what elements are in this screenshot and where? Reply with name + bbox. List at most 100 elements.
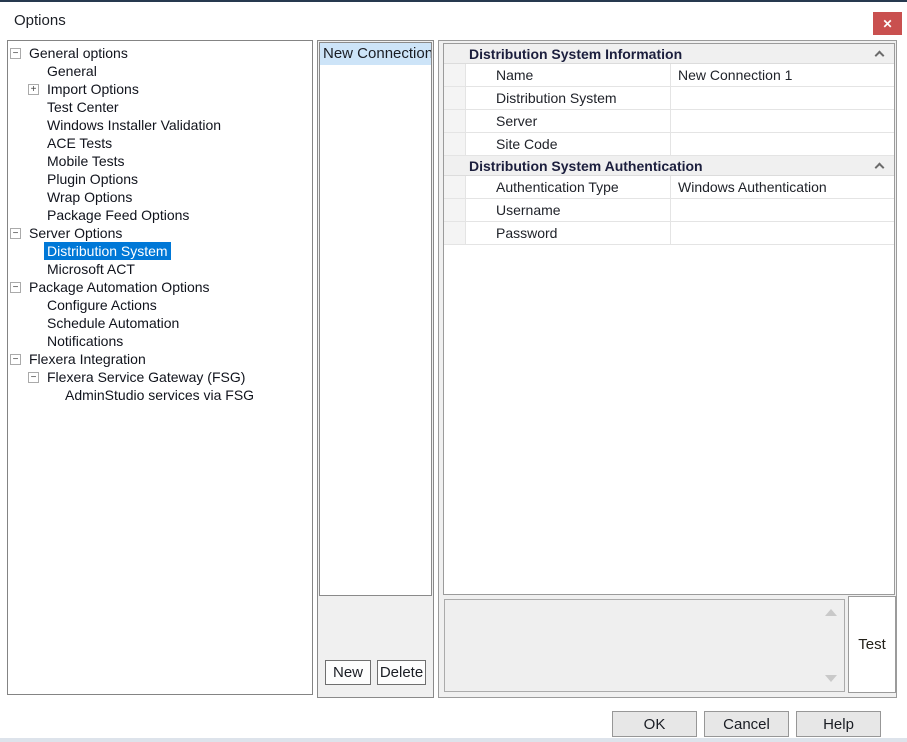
help-button[interactable]: Help xyxy=(796,711,881,737)
property-row-distribution-system: Distribution System xyxy=(444,87,894,110)
tree-item-notifications[interactable]: Notifications xyxy=(8,332,312,350)
tree-item-label: Server Options xyxy=(26,224,125,242)
tree-item-microsoft-act[interactable]: Microsoft ACT xyxy=(8,260,312,278)
row-gutter xyxy=(444,133,466,155)
tree-item-label: Configure Actions xyxy=(44,296,160,314)
tree-item-general-options[interactable]: −General options xyxy=(8,44,312,62)
property-value-site-code[interactable] xyxy=(671,133,894,155)
section-header-distribution-system-information[interactable]: Distribution System Information xyxy=(444,44,894,64)
property-row-site-code: Site Code xyxy=(444,133,894,156)
row-gutter xyxy=(444,222,466,244)
property-value-name[interactable]: New Connection 1 xyxy=(671,64,894,86)
property-label: Authentication Type xyxy=(466,176,671,198)
tree-item-test-center[interactable]: Test Center xyxy=(8,98,312,116)
tree-item-ace-tests[interactable]: ACE Tests xyxy=(8,134,312,152)
tree-item-label: Package Automation Options xyxy=(26,278,213,296)
tree-item-label: Flexera Integration xyxy=(26,350,149,368)
row-gutter xyxy=(444,110,466,132)
collapse-icon[interactable]: − xyxy=(10,282,21,293)
window-title: Options xyxy=(14,12,66,29)
tree-item-label: Schedule Automation xyxy=(44,314,182,332)
tree-item-import-options[interactable]: + Import Options xyxy=(8,80,312,98)
options-dialog: Options ✕ −General optionsGeneral+Import… xyxy=(0,0,907,742)
collapse-icon[interactable]: − xyxy=(10,354,21,365)
tree-item-server-options[interactable]: −Server Options xyxy=(8,224,312,242)
tree-item-label: Test Center xyxy=(44,98,122,116)
tree-item-label: Import Options xyxy=(44,80,142,98)
tree-item-label: General options xyxy=(26,44,131,62)
property-row-server: Server xyxy=(444,110,894,133)
property-value-distribution-system[interactable] xyxy=(671,87,894,109)
row-gutter xyxy=(444,64,466,86)
tree-item-adminstudio-services-via-fsg[interactable]: AdminStudio services via FSG xyxy=(8,386,312,404)
section-title: Distribution System Information xyxy=(469,46,682,62)
tree-item-plugin-options[interactable]: Plugin Options xyxy=(8,170,312,188)
tree-item-windows-installer-validation[interactable]: Windows Installer Validation xyxy=(8,116,312,134)
tree-item-label: Plugin Options xyxy=(44,170,141,188)
tree-item-label: AdminStudio services via FSG xyxy=(62,386,257,404)
property-row-password: Password xyxy=(444,222,894,245)
chevron-up-icon[interactable] xyxy=(875,51,885,61)
tree-item-flexera-integration[interactable]: −Flexera Integration xyxy=(8,350,312,368)
property-label: Password xyxy=(466,222,671,244)
tree-item-configure-actions[interactable]: Configure Actions xyxy=(8,296,312,314)
close-icon: ✕ xyxy=(882,17,892,31)
property-row-username: Username xyxy=(444,199,894,222)
tree-item-label: Package Feed Options xyxy=(44,206,192,224)
tree-item-package-feed-options[interactable]: Package Feed Options xyxy=(8,206,312,224)
cancel-button[interactable]: Cancel xyxy=(704,711,789,737)
scroll-up-icon[interactable] xyxy=(825,609,837,616)
tree-item-mobile-tests[interactable]: Mobile Tests xyxy=(8,152,312,170)
tree-item-distribution-system[interactable]: Distribution System xyxy=(8,242,312,260)
test-button[interactable]: Test xyxy=(848,596,896,693)
tree-item-label: Distribution System xyxy=(44,242,171,260)
tree-item-label: General xyxy=(44,62,100,80)
section-title: Distribution System Authentication xyxy=(469,158,703,174)
options-tree: −General optionsGeneral+Import OptionsTe… xyxy=(7,40,313,695)
connections-panel: New Connection 1 New Delete xyxy=(317,40,434,698)
property-label: Site Code xyxy=(466,133,671,155)
row-gutter xyxy=(444,176,466,198)
tree-item-label: Windows Installer Validation xyxy=(44,116,224,134)
tree-item-label: Wrap Options xyxy=(44,188,135,206)
scroll-down-icon[interactable] xyxy=(825,675,837,682)
connections-list[interactable]: New Connection 1 xyxy=(319,42,432,596)
tree-item-label: Mobile Tests xyxy=(44,152,128,170)
property-value-username[interactable] xyxy=(671,199,894,221)
row-gutter xyxy=(444,199,466,221)
row-gutter xyxy=(444,87,466,109)
tree-item-label: Notifications xyxy=(44,332,126,350)
tree-item-package-automation-options[interactable]: −Package Automation Options xyxy=(8,278,312,296)
distribution-system-panel: Distribution System Information NameNew C… xyxy=(438,40,897,698)
property-value-password[interactable] xyxy=(671,222,894,244)
tree-item-general[interactable]: General xyxy=(8,62,312,80)
section-header-distribution-system-authentication[interactable]: Distribution System Authentication xyxy=(444,156,894,176)
property-label: Username xyxy=(466,199,671,221)
property-row-authentication-type: Authentication TypeWindows Authenticatio… xyxy=(444,176,894,199)
expand-icon[interactable]: + xyxy=(28,84,39,95)
tree-item-label: Microsoft ACT xyxy=(44,260,138,278)
delete-button[interactable]: Delete xyxy=(377,660,426,685)
tree-item-label: Flexera Service Gateway (FSG) xyxy=(44,368,248,386)
connection-list-item[interactable]: New Connection 1 xyxy=(320,43,431,65)
tree-item-label: ACE Tests xyxy=(44,134,115,152)
property-label: Server xyxy=(466,110,671,132)
tree-item-flexera-service-gateway-fsg[interactable]: −Flexera Service Gateway (FSG) xyxy=(8,368,312,386)
tree-item-wrap-options[interactable]: Wrap Options xyxy=(8,188,312,206)
ok-button[interactable]: OK xyxy=(612,711,697,737)
property-grid: Distribution System Information NameNew C… xyxy=(443,43,895,595)
property-label: Distribution System xyxy=(466,87,671,109)
window-bottom-edge xyxy=(0,738,907,742)
close-button[interactable]: ✕ xyxy=(873,12,902,35)
tree-item-schedule-automation[interactable]: Schedule Automation xyxy=(8,314,312,332)
collapse-icon[interactable]: − xyxy=(10,228,21,239)
collapse-icon[interactable]: − xyxy=(10,48,21,59)
property-value-authentication-type[interactable]: Windows Authentication xyxy=(671,176,894,198)
test-result-box[interactable] xyxy=(444,599,845,692)
property-row-name: NameNew Connection 1 xyxy=(444,64,894,87)
collapse-icon[interactable]: − xyxy=(28,372,39,383)
new-button[interactable]: New xyxy=(325,660,371,685)
property-label: Name xyxy=(466,64,671,86)
property-value-server[interactable] xyxy=(671,110,894,132)
chevron-up-icon[interactable] xyxy=(875,163,885,173)
